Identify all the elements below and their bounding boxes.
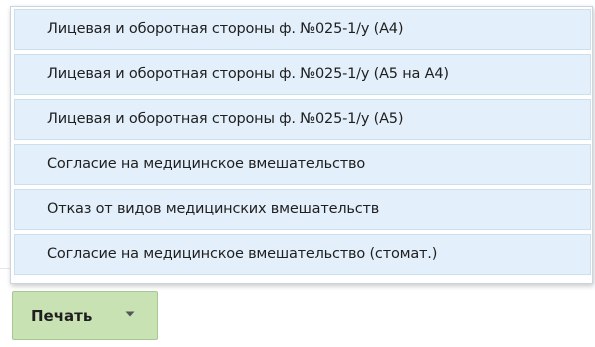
print-button-label: Печать	[31, 307, 93, 325]
menu-item-label: Согласие на медицинское вмешательство (с…	[47, 246, 438, 262]
menu-item-refusal-medical-interventions[interactable]: Отказ от видов медицинских вмешательств	[14, 189, 591, 230]
menu-item-label: Лицевая и оборотная стороны ф. №025-1/у …	[47, 66, 449, 82]
menu-item-label: Лицевая и оборотная стороны ф. №025-1/у …	[47, 21, 404, 37]
print-dropdown-menu: Лицевая и оборотная стороны ф. №025-1/у …	[10, 6, 593, 284]
background-divider	[0, 268, 10, 269]
menu-item-form-025-a5-on-a4[interactable]: Лицевая и оборотная стороны ф. №025-1/у …	[14, 54, 591, 95]
print-button[interactable]: Печать	[12, 291, 158, 340]
menu-item-consent-medical-intervention[interactable]: Согласие на медицинское вмешательство	[14, 144, 591, 185]
menu-item-label: Лицевая и оборотная стороны ф. №025-1/у …	[47, 111, 404, 127]
menu-item-label: Согласие на медицинское вмешательство	[47, 156, 366, 172]
menu-item-form-025-a4[interactable]: Лицевая и оборотная стороны ф. №025-1/у …	[14, 9, 591, 50]
chevron-down-icon	[125, 311, 135, 317]
menu-item-form-025-a5[interactable]: Лицевая и оборотная стороны ф. №025-1/у …	[14, 99, 591, 140]
menu-item-label: Отказ от видов медицинских вмешательств	[47, 201, 380, 217]
menu-item-consent-dental-intervention[interactable]: Согласие на медицинское вмешательство (с…	[14, 234, 591, 275]
